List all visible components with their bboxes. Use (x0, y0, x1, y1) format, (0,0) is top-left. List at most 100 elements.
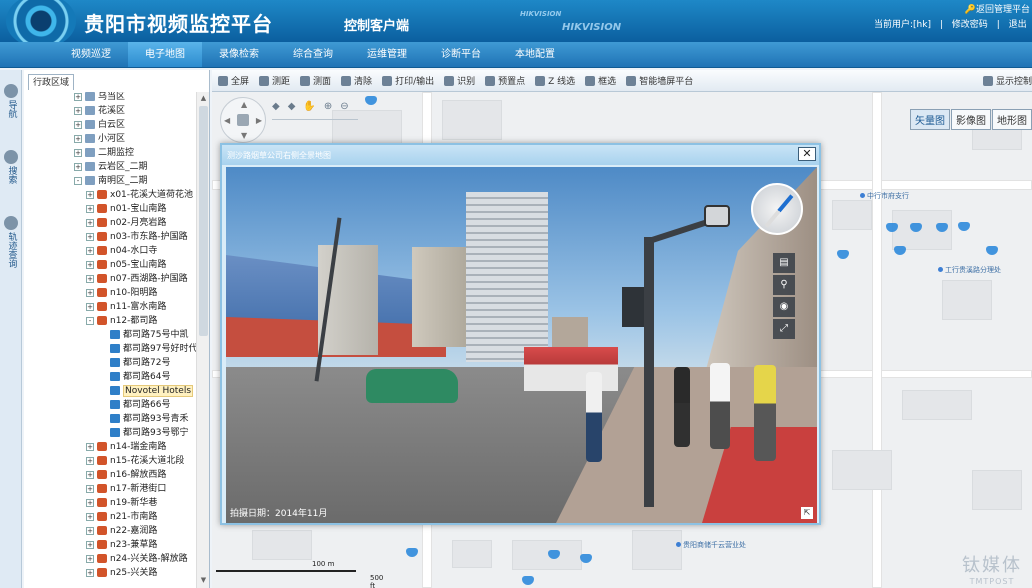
tree-item[interactable]: + n04-水口寺 (86, 244, 157, 258)
exit-link[interactable]: 退出 (1009, 20, 1027, 30)
toolbar-button[interactable]: 清除 (341, 74, 372, 87)
toolbar-button[interactable]: 预置点 (485, 74, 525, 87)
tree-item[interactable]: + n01-宝山南路 (86, 202, 166, 216)
track-query-button[interactable]: 轨迹查询 (0, 216, 22, 272)
tree-item[interactable]: + n16-解放西路 (86, 468, 166, 482)
expand-icon[interactable]: + (86, 274, 94, 283)
location-pin-icon[interactable]: ⚲ (773, 275, 795, 295)
tree-item[interactable]: + n03-市东路-护国路 (86, 230, 188, 244)
camera-snapshot-icon[interactable]: ◉ (773, 297, 795, 317)
expand-icon[interactable]: + (86, 246, 94, 255)
tree-item[interactable]: + 二期监控 (74, 146, 134, 160)
navigation-button[interactable]: 导航 (0, 84, 22, 122)
collapse-icon[interactable]: - (86, 316, 94, 325)
tree-item[interactable]: 都司路64号 (110, 370, 170, 384)
tree-item[interactable]: + 花溪区 (74, 104, 125, 118)
expand-icon[interactable]: + (74, 162, 82, 171)
menu-item[interactable]: 诊断平台 (424, 42, 498, 67)
pan-left-icon[interactable]: ◀ (224, 116, 230, 125)
hand-pan-icon[interactable]: ✋ (303, 101, 315, 112)
tree-item[interactable]: + n15-花溪大道北段 (86, 454, 184, 468)
pan-down-icon[interactable]: ▼ (241, 131, 247, 140)
tree-item[interactable]: 都司路66号 (110, 398, 170, 412)
menu-item[interactable]: 本地配置 (498, 42, 572, 67)
pan-control[interactable]: ▲ ▼ ◀ ▶ (220, 97, 266, 143)
tree-item[interactable]: 都司路75号中凯 (110, 328, 188, 342)
expand-icon[interactable]: + (86, 456, 94, 465)
toolbar-button[interactable]: 智能墙屏平台 (626, 74, 693, 87)
menu-item[interactable]: 运维管理 (350, 42, 424, 67)
tree-item[interactable]: - 南明区_二期 (74, 174, 148, 188)
camera-marker-icon[interactable] (365, 96, 377, 105)
home-icon[interactable] (237, 114, 249, 126)
map-type-button[interactable]: 矢量图 (910, 109, 950, 130)
tree-item[interactable]: + 小河区 (74, 132, 125, 146)
tree-item[interactable]: + n17-新港街口 (86, 482, 166, 496)
tree-item[interactable]: + n11-富水南路 (86, 300, 166, 314)
map-type-button[interactable]: 地形图 (992, 109, 1032, 130)
camera-marker-icon[interactable] (894, 246, 906, 255)
tree-item[interactable]: + n14-瑞金南路 (86, 440, 166, 454)
scroll-up-icon[interactable]: ▲ (199, 94, 208, 104)
expand-icon[interactable]: + (74, 92, 82, 101)
toolbar-button[interactable]: Z 线选 (535, 74, 575, 87)
expand-icon[interactable]: + (86, 554, 94, 563)
search-button[interactable]: 搜索 (0, 150, 22, 188)
tree-item[interactable]: + n24-兴关路-解放路 (86, 552, 188, 566)
pan-right-icon[interactable]: ▶ (256, 116, 262, 125)
menu-item[interactable]: 综合查询 (276, 42, 350, 67)
toolbar-button[interactable]: 打印/输出 (382, 74, 434, 87)
compass-icon[interactable] (751, 183, 803, 235)
camera-marker-icon[interactable] (986, 246, 998, 255)
expand-icon[interactable]: + (86, 442, 94, 451)
tree-item[interactable]: + 白云区 (74, 118, 125, 132)
tree-item[interactable]: + n07-西湖路-护国路 (86, 272, 188, 286)
tree-item[interactable]: + 乌当区 (74, 92, 125, 104)
camera-marker-icon[interactable] (837, 250, 849, 259)
popup-header[interactable]: 测沙路烟草公司右侧全景地图 ✕ (222, 145, 819, 165)
expand-icon[interactable]: + (86, 204, 94, 213)
tree-item[interactable]: 都司路97号好时代 (110, 342, 196, 356)
scroll-thumb[interactable] (199, 106, 208, 336)
camera-marker-icon[interactable] (580, 554, 592, 563)
zoom-in-icon[interactable]: ⊕ (324, 101, 332, 112)
toolbar-button[interactable]: 框选 (585, 74, 616, 87)
expand-icon[interactable]: + (86, 484, 94, 493)
toolbar-button[interactable]: 测面 (300, 74, 331, 87)
expand-icon[interactable]: + (86, 302, 94, 311)
tree-item[interactable]: + x01-花溪大道荷花池 (86, 188, 193, 202)
expand-icon[interactable]: + (86, 498, 94, 507)
close-button[interactable]: ✕ (798, 147, 816, 161)
tree-item[interactable]: + n22-嘉润路 (86, 524, 157, 538)
tree-item[interactable]: + 云岩区_二期 (74, 160, 148, 174)
poi-label[interactable]: 中行市府支行 (860, 191, 909, 201)
change-password-link[interactable]: 修改密码 (952, 20, 988, 30)
tree-item[interactable]: + n10-阳明路 (86, 286, 157, 300)
menu-item[interactable]: 电子地图 (128, 42, 202, 67)
tree-item[interactable]: + n02-月亮岩路 (86, 216, 166, 230)
street-view-icon[interactable]: ▤ (773, 253, 795, 273)
tree-item[interactable]: + n21-市南路 (86, 510, 157, 524)
tree-item[interactable]: + n05-宝山南路 (86, 258, 166, 272)
tree-item[interactable]: Novotel Hotels (110, 384, 194, 398)
pan-up-icon[interactable]: ▲ (241, 100, 247, 109)
expand-icon[interactable]: + (86, 512, 94, 521)
display-control-button[interactable]: 显示控制 (982, 74, 1032, 87)
panorama-view[interactable]: ▤ ⚲ ◉ ⤢ 拍摄日期：2014年11月 ⇱ (226, 167, 817, 523)
expand-icon[interactable]: + (74, 120, 82, 129)
camera-marker-icon[interactable] (958, 222, 970, 231)
map-type-button[interactable]: 影像图 (951, 109, 991, 130)
toolbar-button[interactable]: 识别 (444, 74, 475, 87)
expand-icon[interactable]: + (86, 232, 94, 241)
tree-item[interactable]: 都司路93号青禾 (110, 412, 188, 426)
expand-icon[interactable]: + (86, 260, 94, 269)
expand-icon[interactable]: ⇱ (801, 507, 813, 519)
tree-item[interactable]: + n19-新华巷 (86, 496, 157, 510)
return-management-link[interactable]: 🔑返回管理平台 (965, 2, 1030, 15)
tree-item[interactable]: 都司路93号鄂宁 (110, 426, 188, 440)
toolbar-button[interactable]: 测距 (259, 74, 290, 87)
prev-view-icon[interactable]: ◆ (272, 101, 280, 112)
next-view-icon[interactable]: ◆ (288, 101, 296, 112)
expand-icon[interactable]: + (86, 190, 94, 199)
expand-icon[interactable]: + (86, 218, 94, 227)
